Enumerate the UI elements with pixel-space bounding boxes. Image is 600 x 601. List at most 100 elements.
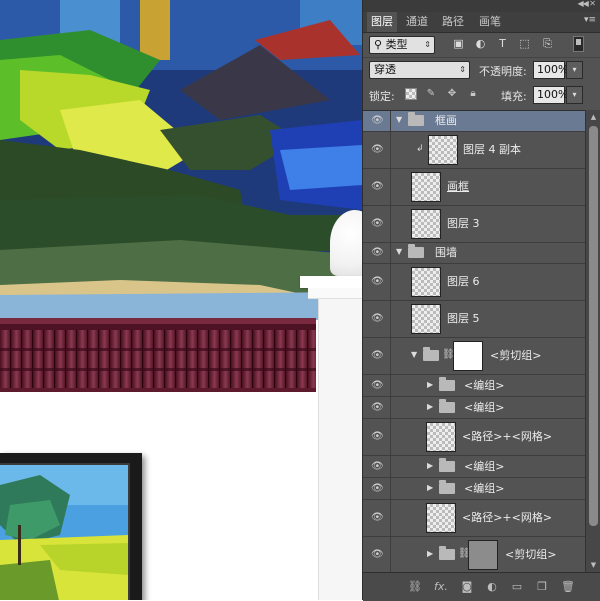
visibility-toggle[interactable]: 👁︎: [363, 264, 391, 300]
layer-row[interactable]: 👁︎ 图层 6: [363, 264, 585, 301]
lock-move-icon[interactable]: ✥: [446, 88, 458, 100]
link-layers-icon[interactable]: ⛓︎: [407, 579, 423, 595]
fx-icon[interactable]: fx.: [433, 579, 449, 595]
layer-row[interactable]: 👁︎ <路径>+<网格>: [363, 500, 585, 537]
layer-row[interactable]: 👁︎ ▼ 框画: [363, 111, 585, 132]
smart-object-filter-icon[interactable]: ⎘: [540, 37, 555, 51]
layer-mask-thumbnail[interactable]: [468, 540, 498, 570]
layer-mask-icon[interactable]: ◙: [459, 579, 475, 595]
layer-name: 图层 4 副本: [463, 143, 521, 156]
shape-filter-icon[interactable]: ⬚: [517, 37, 532, 51]
layer-thumbnail[interactable]: [411, 172, 441, 202]
type-filter-icon[interactable]: T: [495, 37, 510, 51]
layer-name: 框画: [435, 114, 457, 127]
layer-name: 图层 3: [447, 217, 480, 230]
expand-triangle-icon[interactable]: ▼: [411, 350, 417, 359]
fill-input[interactable]: 100%: [533, 86, 568, 104]
opacity-slider-toggle[interactable]: ▾: [566, 61, 583, 79]
collapse-panel-icon[interactable]: ◀◀ ✕: [577, 0, 596, 8]
tab-layers[interactable]: 图层: [367, 12, 397, 32]
expand-triangle-icon[interactable]: ▼: [396, 115, 402, 124]
visibility-toggle[interactable]: 👁︎: [363, 456, 391, 477]
layer-mask-thumbnail[interactable]: [453, 341, 483, 371]
layer-thumbnail[interactable]: [426, 422, 456, 452]
lock-label: 锁定:: [369, 90, 395, 103]
layer-row[interactable]: 👁︎ ↲ 图层 4 副本: [363, 132, 585, 169]
layer-row[interactable]: 👁︎ ▶ <编组>: [363, 478, 585, 500]
eye-icon: 👁︎: [371, 181, 384, 192]
panel-menu-icon[interactable]: ▾≡: [584, 15, 596, 25]
visibility-toggle[interactable]: 👁︎: [363, 301, 391, 337]
layer-row[interactable]: 👁︎ ▶ <编组>: [363, 375, 585, 397]
layer-thumbnail[interactable]: [411, 267, 441, 297]
layer-row[interactable]: 👁︎ 图层 3: [363, 206, 585, 243]
lock-transparent-icon[interactable]: [405, 88, 417, 100]
expand-triangle-icon[interactable]: ▶: [427, 380, 433, 389]
filter-kind-select[interactable]: ⚲ 类型 ⇕: [369, 36, 435, 54]
visibility-toggle[interactable]: 👁︎: [363, 478, 391, 499]
expand-triangle-icon[interactable]: ▶: [427, 402, 433, 411]
layer-row[interactable]: 👁︎ <路径>+<网格>: [363, 419, 585, 456]
tab-paths[interactable]: 路径: [438, 12, 468, 32]
expand-triangle-icon[interactable]: ▶: [427, 461, 433, 470]
lock-all-icon[interactable]: 🔒︎: [467, 88, 479, 100]
layer-list-scrollbar[interactable]: ▲ ▼: [585, 110, 600, 572]
layer-row[interactable]: 👁︎ ▼ ⛓︎ <剪切组>: [363, 338, 585, 375]
layer-row[interactable]: 👁︎ ▶ <编组>: [363, 456, 585, 478]
visibility-toggle[interactable]: 👁︎: [363, 500, 391, 536]
layer-row[interactable]: 👁︎ 图层 5: [363, 301, 585, 338]
pillar-ledge: [308, 288, 362, 299]
tab-channels[interactable]: 通道: [402, 12, 432, 32]
layer-thumbnail[interactable]: [411, 209, 441, 239]
expand-triangle-icon[interactable]: ▶: [427, 549, 433, 558]
visibility-toggle[interactable]: 👁︎: [363, 169, 391, 205]
visibility-toggle[interactable]: 👁︎: [363, 338, 391, 374]
clipping-arrow-icon: ↲: [416, 144, 424, 154]
visibility-toggle[interactable]: 👁︎: [363, 375, 391, 396]
opacity-input[interactable]: 100%: [533, 61, 568, 79]
delete-icon[interactable]: 🗑︎: [560, 579, 576, 595]
layer-row[interactable]: 👁︎ ▶ <编组>: [363, 397, 585, 419]
document-canvas[interactable]: [0, 0, 362, 600]
new-layer-icon[interactable]: ❐: [534, 579, 550, 595]
expand-triangle-icon[interactable]: ▼: [396, 247, 402, 256]
filter-toggle[interactable]: [573, 36, 584, 52]
expand-triangle-icon[interactable]: ▶: [427, 483, 433, 492]
layer-thumbnail[interactable]: [411, 304, 441, 334]
layers-bottom-toolbar: ⛓︎ fx. ◙ ◐ ▭ ❐ 🗑︎: [363, 572, 600, 601]
visibility-toggle[interactable]: 👁︎: [363, 111, 391, 131]
adjustment-filter-icon[interactable]: ◐: [473, 37, 488, 51]
visibility-toggle[interactable]: 👁︎: [363, 397, 391, 418]
adjustment-layer-icon[interactable]: ◐: [484, 579, 500, 595]
layer-thumbnail[interactable]: [426, 503, 456, 533]
folder-icon: [439, 457, 455, 472]
fill-slider-toggle[interactable]: ▾: [566, 86, 583, 104]
visibility-toggle[interactable]: 👁︎: [363, 132, 391, 168]
scroll-down-icon[interactable]: ▼: [588, 560, 599, 570]
layer-row[interactable]: 👁︎ ▶ ⛓︎ <剪切组>: [363, 537, 585, 573]
eye-icon: 👁︎: [371, 460, 384, 472]
lock-brush-icon[interactable]: ✎: [425, 88, 437, 100]
visibility-toggle[interactable]: 👁︎: [363, 206, 391, 242]
blend-mode-select[interactable]: 穿透 ⇕: [369, 61, 470, 79]
layer-row[interactable]: 👁︎ ▼ 围墙: [363, 243, 585, 264]
new-group-icon[interactable]: ▭: [509, 579, 525, 595]
tiled-roof: [0, 318, 316, 392]
layer-thumbnail[interactable]: [428, 135, 458, 165]
folder-icon: [439, 376, 455, 391]
tab-brushes[interactable]: 画笔: [475, 12, 505, 32]
blend-row: 穿透 ⇕ 不透明度: 100% ▾: [363, 57, 600, 80]
eye-icon: 👁︎: [371, 115, 384, 126]
framed-painting: [0, 463, 130, 600]
visibility-toggle[interactable]: 👁︎: [363, 419, 391, 455]
visibility-toggle[interactable]: 👁︎: [363, 537, 391, 573]
scroll-up-icon[interactable]: ▲: [588, 112, 599, 122]
layer-list: 👁︎ ▼ 框画 👁︎ ↲ 图层 4 副本 👁︎ 画框 👁︎ 图层 3 👁︎ ▼ …: [363, 110, 585, 573]
visibility-toggle[interactable]: 👁︎: [363, 243, 391, 263]
panel-titlebar[interactable]: ◀◀ ✕: [363, 0, 600, 12]
image-filter-icon[interactable]: ▣: [451, 37, 466, 51]
layer-name: <编组>: [464, 400, 505, 414]
layer-row[interactable]: 👁︎ 画框: [363, 169, 585, 206]
layer-name: 图层 5: [447, 312, 480, 325]
scroll-thumb[interactable]: [589, 126, 598, 526]
